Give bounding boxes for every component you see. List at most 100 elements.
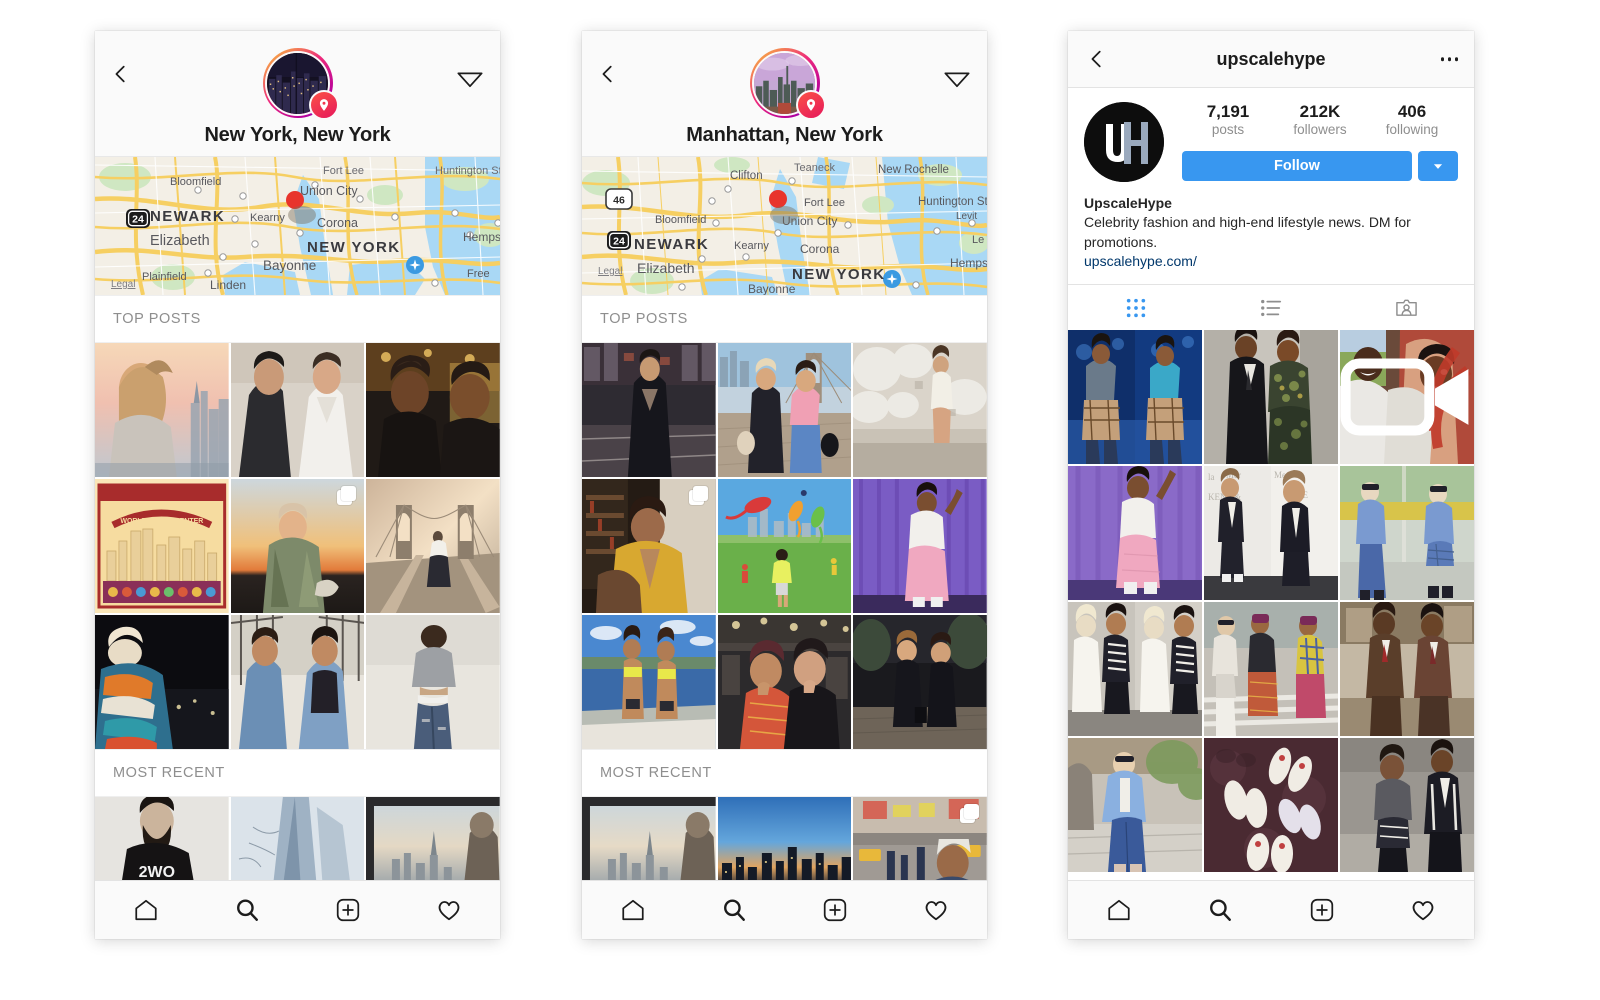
post-thumbnail[interactable] — [582, 479, 716, 613]
bottom-navigation-bar — [582, 880, 987, 939]
post-thumbnail[interactable] — [366, 343, 500, 477]
tagged-person-icon — [1396, 299, 1417, 317]
svg-text:Linden: Linden — [210, 278, 246, 292]
post-thumbnail[interactable]: 2WO — [95, 797, 229, 887]
svg-text:Bayonne: Bayonne — [748, 282, 796, 295]
post-thumbnail[interactable] — [582, 343, 716, 477]
back-icon[interactable] — [1086, 48, 1108, 70]
place-avatar[interactable] — [749, 48, 826, 120]
direct-message-paper-plane-icon[interactable] — [943, 64, 971, 92]
stat-followers[interactable]: 212K followers — [1274, 102, 1366, 137]
tab-grid-view[interactable] — [1068, 285, 1203, 330]
post-thumbnail[interactable] — [853, 479, 987, 613]
post-thumbnail[interactable] — [1068, 738, 1202, 873]
post-thumbnail[interactable] — [1340, 602, 1474, 737]
add-post-icon[interactable] — [298, 897, 399, 923]
add-post-icon[interactable] — [785, 897, 886, 923]
svg-text:2WO: 2WO — [139, 864, 175, 881]
svg-text:Bloomfield: Bloomfield — [655, 214, 706, 226]
post-thumbnail[interactable] — [1204, 738, 1338, 873]
post-thumbnail[interactable] — [1204, 602, 1338, 737]
post-thumbnail[interactable]: laMerKENT &MerKE — [1204, 466, 1338, 601]
post-thumbnail[interactable] — [717, 797, 852, 887]
top-posts-grid: WORLD TRADE CENTER — [95, 343, 500, 749]
svg-text:Fort Lee: Fort Lee — [323, 165, 364, 177]
home-icon[interactable] — [582, 897, 683, 923]
stat-following[interactable]: 406 following — [1366, 102, 1458, 137]
post-thumbnail[interactable] — [853, 343, 987, 477]
post-thumbnail[interactable] — [853, 615, 987, 749]
stat-label: posts — [1211, 122, 1245, 138]
post-thumbnail[interactable] — [853, 797, 987, 887]
heart-icon[interactable] — [886, 897, 987, 923]
post-thumbnail[interactable] — [1068, 602, 1202, 737]
post-thumbnail[interactable] — [582, 797, 716, 887]
profile-stats: 7,191 posts 212K followers 406 following — [1182, 102, 1458, 137]
stat-label: followers — [1293, 122, 1347, 138]
back-icon[interactable] — [597, 63, 619, 85]
svg-text:Free: Free — [467, 268, 490, 280]
heart-icon[interactable] — [399, 897, 500, 923]
post-thumbnail[interactable] — [582, 615, 716, 749]
profile-body: 7,191 posts 212K followers 406 following… — [1068, 88, 1474, 272]
post-thumbnail[interactable] — [1340, 466, 1474, 601]
multi-photo-badge — [960, 804, 979, 823]
phone-screen-profile: upscalehype 7,191 posts 212K followers 4… — [1068, 31, 1474, 939]
post-thumbnail[interactable] — [1068, 466, 1202, 601]
post-thumbnail[interactable] — [230, 797, 365, 887]
location-map[interactable]: 46 24 Clifton Teaneck New Rochelle Fort … — [582, 157, 987, 295]
post-thumbnail[interactable] — [95, 615, 229, 749]
search-icon[interactable] — [1170, 897, 1272, 923]
section-header-top-posts: TOP POSTS — [95, 295, 500, 343]
post-thumbnail[interactable] — [95, 343, 229, 477]
svg-text:Legal: Legal — [598, 266, 622, 277]
stat-posts[interactable]: 7,191 posts — [1182, 102, 1274, 137]
post-thumbnail[interactable] — [366, 797, 500, 887]
more-options-icon[interactable] — [1440, 57, 1458, 61]
post-thumbnail[interactable] — [230, 615, 365, 749]
place-avatar[interactable] — [262, 48, 339, 120]
profile-website-link[interactable]: upscalehype.com/ — [1084, 252, 1458, 271]
post-thumbnail[interactable] — [717, 479, 852, 613]
svg-text:24: 24 — [132, 214, 144, 226]
direct-message-paper-plane-icon[interactable] — [456, 64, 484, 92]
home-icon[interactable] — [1068, 897, 1170, 923]
stat-value: 406 — [1397, 102, 1427, 121]
search-icon[interactable] — [683, 897, 784, 923]
heart-icon[interactable] — [1373, 897, 1475, 923]
follow-button[interactable]: Follow — [1182, 151, 1412, 182]
profile-description: Celebrity fashion and high-end lifestyle… — [1084, 214, 1411, 250]
most-recent-grid — [582, 797, 987, 887]
avatar[interactable] — [1084, 102, 1164, 182]
home-icon[interactable] — [95, 897, 196, 923]
post-thumbnail[interactable] — [366, 479, 500, 613]
section-header-most-recent: MOST RECENT — [95, 749, 500, 797]
location-map[interactable]: 24 Bloomfield Fort Lee Huntington St Uni… — [95, 157, 500, 295]
profile-view-tabs — [1068, 284, 1474, 331]
post-thumbnail[interactable]: WORLD TRADE CENTER — [95, 479, 229, 613]
post-thumbnail[interactable] — [230, 479, 365, 613]
tab-list-view[interactable] — [1203, 285, 1338, 330]
tab-tagged-view[interactable] — [1339, 285, 1474, 330]
svg-text:Huntington Stati: Huntington Stati — [918, 196, 987, 208]
back-icon[interactable] — [110, 63, 132, 85]
chevron-down-icon[interactable] — [1418, 151, 1458, 182]
post-thumbnail[interactable] — [1204, 330, 1338, 465]
svg-text:24: 24 — [613, 236, 625, 248]
post-thumbnail[interactable] — [1340, 738, 1474, 873]
post-thumbnail[interactable] — [1340, 330, 1474, 465]
post-thumbnail[interactable] — [717, 615, 852, 749]
post-thumbnail[interactable] — [717, 343, 852, 477]
svg-text:46: 46 — [613, 195, 625, 207]
svg-text:NEWARK: NEWARK — [150, 208, 225, 225]
post-thumbnail[interactable] — [230, 343, 365, 477]
post-thumbnail[interactable] — [366, 615, 500, 749]
post-thumbnail[interactable] — [1068, 330, 1202, 465]
search-icon[interactable] — [196, 897, 297, 923]
add-post-icon[interactable] — [1271, 897, 1373, 923]
profile-summary: 7,191 posts 212K followers 406 following… — [1084, 102, 1458, 182]
section-header-most-recent: MOST RECENT — [582, 749, 987, 797]
top-posts-grid — [582, 343, 987, 749]
svg-text:New Rochelle: New Rochelle — [878, 164, 949, 176]
svg-text:Levit: Levit — [956, 211, 977, 222]
